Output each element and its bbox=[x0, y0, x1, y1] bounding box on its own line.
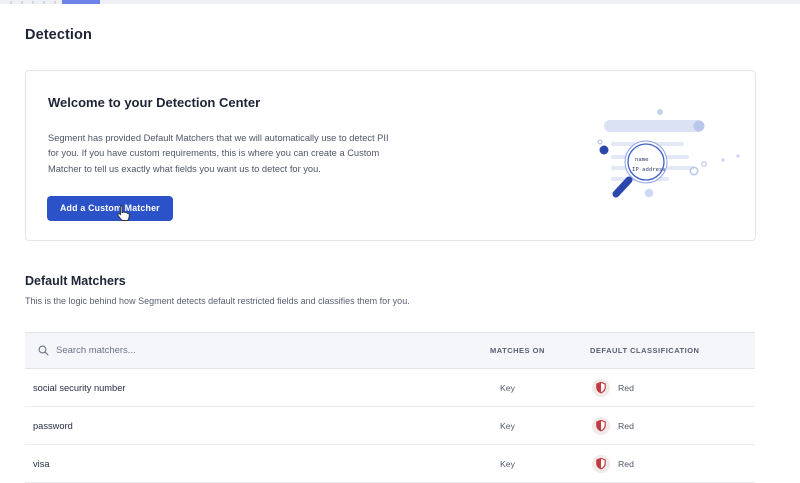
matchers-table-header: MATCHES ON DEFAULT CLASSIFICATION bbox=[25, 332, 755, 369]
red-shield-icon bbox=[592, 417, 610, 435]
classification-label: Red bbox=[618, 421, 634, 431]
search-matchers[interactable] bbox=[25, 345, 296, 356]
default-matchers-heading: Default Matchers bbox=[25, 274, 126, 288]
welcome-body: Segment has provided Default Matchers th… bbox=[48, 131, 389, 177]
matcher-name: password bbox=[33, 421, 73, 431]
welcome-card: Welcome to your Detection Center Segment… bbox=[25, 70, 756, 241]
matcher-name: visa bbox=[33, 459, 50, 469]
table-row[interactable]: password Key Red bbox=[25, 407, 755, 445]
classification-cell: Red bbox=[592, 379, 634, 397]
top-tab-strip bbox=[0, 0, 800, 4]
magnifier-label-ip: IP address bbox=[632, 167, 666, 173]
table-row[interactable]: social security number Key Red bbox=[25, 369, 755, 407]
welcome-body-line: Matcher to tell us exactly what fields y… bbox=[48, 162, 389, 177]
table-row[interactable]: visa Key Red bbox=[25, 445, 755, 483]
default-matchers-description: This is the logic behind how Segment det… bbox=[25, 296, 410, 306]
matches-on-value: Key bbox=[500, 459, 515, 469]
add-custom-matcher-button[interactable]: Add a Custom Matcher bbox=[47, 196, 173, 221]
magnifier-label-name: name bbox=[635, 157, 649, 163]
doc-header-bar bbox=[604, 120, 704, 132]
tab-strip-notch bbox=[21, 1, 23, 4]
column-header-matches-on: MATCHES ON bbox=[490, 333, 545, 368]
column-header-default-classification: DEFAULT CLASSIFICATION bbox=[590, 333, 699, 368]
matcher-name: social security number bbox=[33, 383, 126, 393]
magnifier-handle bbox=[616, 180, 629, 194]
page-title: Detection bbox=[25, 27, 92, 43]
tab-strip-notch bbox=[32, 1, 34, 4]
detection-page: { "page_title": "Detection", "welcome_ca… bbox=[0, 0, 800, 475]
active-tab-indicator[interactable] bbox=[62, 0, 100, 4]
matches-on-value: Key bbox=[500, 421, 515, 431]
welcome-body-line: Segment has provided Default Matchers th… bbox=[48, 131, 389, 146]
red-shield-icon bbox=[592, 379, 610, 397]
classification-cell: Red bbox=[592, 455, 634, 473]
classification-cell: Red bbox=[592, 417, 634, 435]
tab-strip-notch bbox=[10, 1, 12, 4]
red-shield-icon bbox=[592, 455, 610, 473]
search-icon bbox=[38, 345, 49, 356]
classification-label: Red bbox=[618, 459, 634, 469]
matchers-table: MATCHES ON DEFAULT CLASSIFICATION social… bbox=[25, 332, 755, 483]
welcome-body-line: for you. If you have custom requirements… bbox=[48, 146, 389, 161]
search-matchers-input[interactable] bbox=[56, 345, 296, 356]
welcome-heading: Welcome to your Detection Center bbox=[48, 95, 260, 110]
classification-label: Red bbox=[618, 383, 634, 393]
detection-illustration: name IP address bbox=[571, 86, 761, 216]
tab-strip-notch bbox=[54, 1, 56, 4]
tab-strip-notch bbox=[43, 1, 45, 4]
matches-on-value: Key bbox=[500, 383, 515, 393]
